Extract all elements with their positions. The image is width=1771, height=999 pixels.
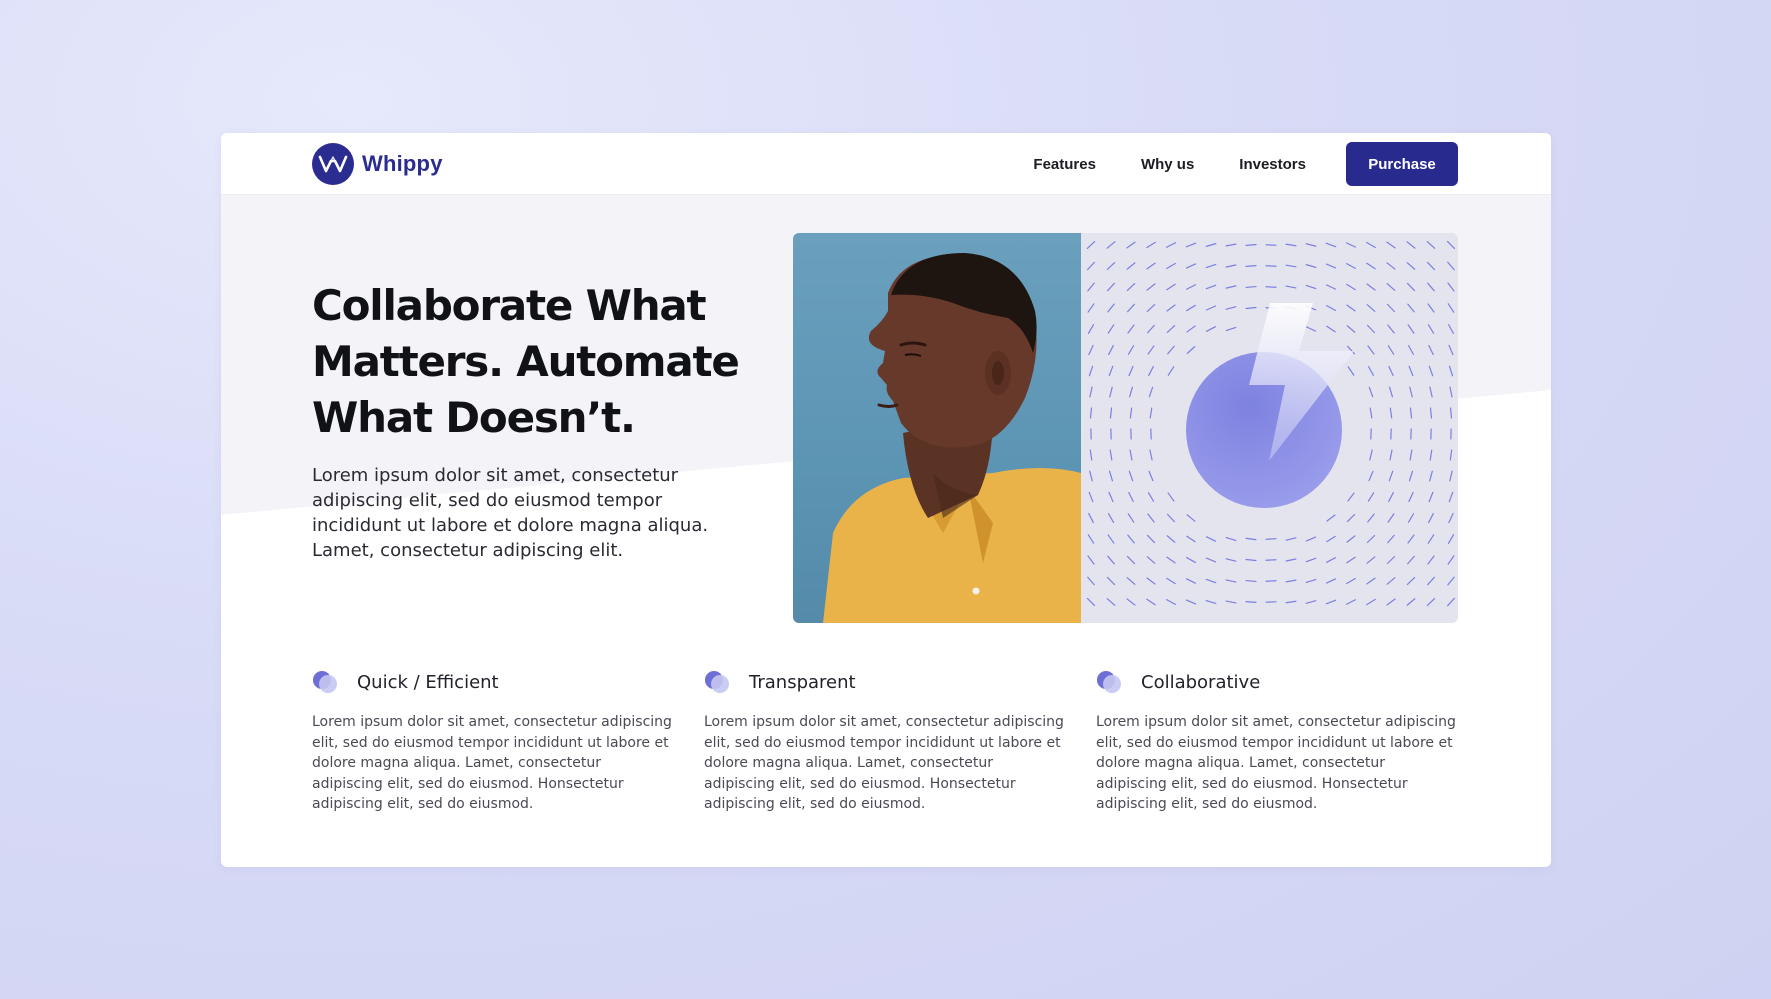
hero-description: Lorem ipsum dolor sit amet, consectetur … [312, 465, 709, 561]
landing-page-card: Whippy Features Why us Investors Purchas… [221, 133, 1551, 867]
feature-description: Lorem ipsum dolor sit amet, consectetur … [1096, 714, 1456, 812]
brand-name: Whippy [362, 151, 443, 176]
nav-link-investors[interactable]: Investors [1239, 156, 1306, 173]
brand-logo[interactable]: Whippy [312, 143, 443, 185]
lightning-bolt-icon [1081, 233, 1458, 623]
nav-link-features[interactable]: Features [1033, 156, 1096, 173]
feature-quick-efficient: Quick / Efficient Lorem ipsum dolor sit … [312, 667, 672, 815]
feature-title: Quick / Efficient [357, 671, 499, 693]
feature-transparent: Transparent Lorem ipsum dolor sit amet, … [704, 667, 1064, 815]
whippy-logo-icon [312, 143, 354, 185]
feature-description: Lorem ipsum dolor sit amet, consectetur … [704, 714, 1064, 812]
purchase-button[interactable]: Purchase [1346, 142, 1458, 186]
main-nav: Features Why us Investors Purchase [1033, 142, 1458, 186]
hero-illustration [1081, 233, 1458, 623]
feature-dot-icon [1096, 669, 1122, 695]
nav-link-why-us[interactable]: Why us [1141, 156, 1194, 173]
feature-collaborative: Collaborative Lorem ipsum dolor sit amet… [1096, 667, 1456, 815]
feature-dot-icon [312, 669, 338, 695]
feature-description: Lorem ipsum dolor sit amet, consectetur … [312, 714, 672, 812]
feature-dot-icon [704, 669, 730, 695]
site-header: Whippy Features Why us Investors Purchas… [221, 133, 1551, 195]
hero-portrait-photo [793, 233, 1081, 623]
hero-title: Collaborate What Matters. Automate What … [312, 281, 740, 442]
feature-title: Collaborative [1141, 671, 1261, 693]
feature-title: Transparent [749, 671, 856, 693]
